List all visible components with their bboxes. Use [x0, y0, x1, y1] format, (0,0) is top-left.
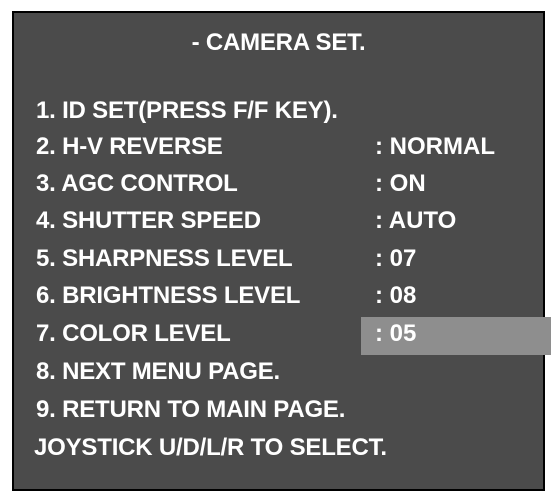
menu-item-value: : AUTO	[375, 207, 457, 234]
menu-item-id-set[interactable]: 1. ID SET(PRESS F/F KEY).	[14, 94, 543, 130]
menu-item-value: : 07	[375, 245, 417, 272]
menu-item-label: 5. SHARPNESS LEVEL	[36, 245, 293, 272]
menu-item-value: : ON	[375, 170, 426, 197]
menu-item-label: 2. H-V REVERSE	[36, 133, 223, 160]
menu-item-return-main-page[interactable]: 9. RETURN TO MAIN PAGE.	[14, 393, 543, 429]
menu-item-brightness-level[interactable]: 6. BRIGHTNESS LEVEL : 08	[14, 279, 543, 315]
menu-item-label: 6. BRIGHTNESS LEVEL	[36, 282, 301, 309]
menu-item-label: 1. ID SET(PRESS F/F KEY).	[36, 97, 338, 124]
menu-item-value: : NORMAL	[375, 133, 495, 160]
joystick-hint: JOYSTICK U/D/L/R TO SELECT.	[34, 434, 387, 461]
menu-item-hv-reverse[interactable]: 2. H-V REVERSE : NORMAL	[14, 130, 543, 166]
menu-item-label: 4. SHUTTER SPEED	[36, 207, 261, 234]
menu-title: - CAMERA SET.	[191, 29, 366, 56]
menu-item-label: 8. NEXT MENU PAGE.	[36, 358, 280, 385]
menu-item-label: 3. AGC CONTROL	[36, 170, 238, 197]
menu-item-next-menu-page[interactable]: 8. NEXT MENU PAGE.	[14, 355, 543, 391]
menu-item-agc-control[interactable]: 3. AGC CONTROL : ON	[14, 167, 543, 203]
selected-value-highlight[interactable]: : 05	[361, 317, 551, 355]
menu-item-value: : 08	[375, 282, 417, 309]
menu-item-sharpness-level[interactable]: 5. SHARPNESS LEVEL : 07	[14, 242, 543, 278]
camera-osd-menu: - CAMERA SET. 1. ID SET(PRESS F/F KEY). …	[12, 11, 551, 491]
menu-item-shutter-speed[interactable]: 4. SHUTTER SPEED : AUTO	[14, 204, 543, 240]
menu-item-color-level[interactable]: 7. COLOR LEVEL : 05	[14, 317, 551, 355]
menu-item-label: 7. COLOR LEVEL	[36, 320, 231, 347]
menu-item-label: 9. RETURN TO MAIN PAGE.	[36, 396, 346, 423]
